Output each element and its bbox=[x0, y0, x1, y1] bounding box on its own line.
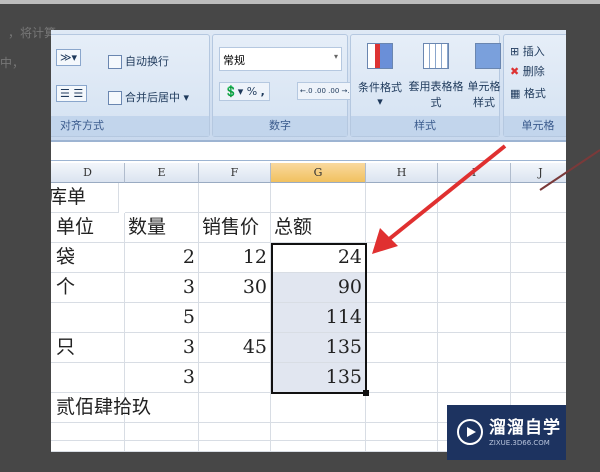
arrow-annotation bbox=[372, 144, 600, 254]
play-icon bbox=[457, 419, 483, 445]
watermark-url: ZIXUE.3D66.COM bbox=[489, 439, 550, 447]
watermark: 溜溜自学 ZIXUE.3D66.COM bbox=[447, 405, 566, 460]
watermark-name: 溜溜自学 bbox=[489, 418, 561, 438]
